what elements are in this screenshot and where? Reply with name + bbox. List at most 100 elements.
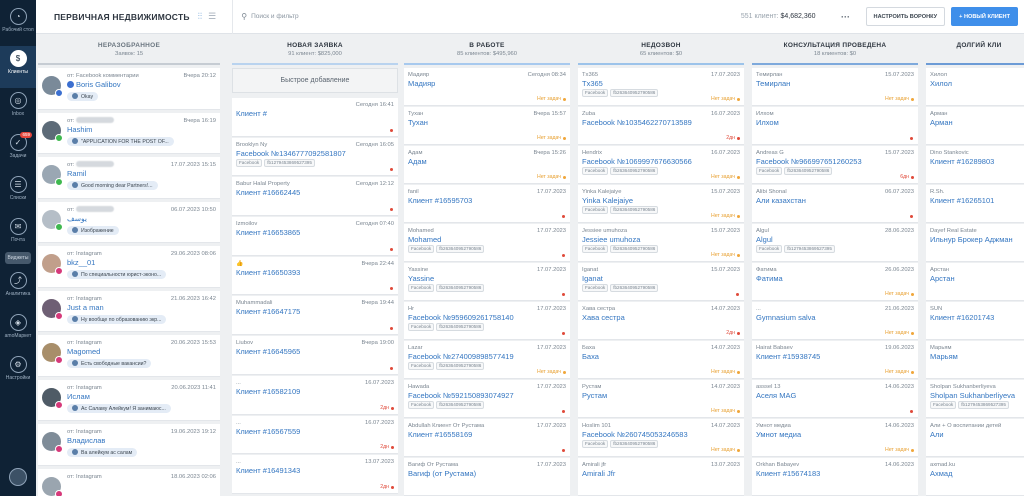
incoming-card[interactable]: от: Instagram 18.06.2023 02:06: [38, 468, 220, 496]
incoming-contact-name[interactable]: Hashim: [67, 125, 216, 135]
lead-card[interactable]: Tx365 17.07.2023 Tx365 Facebook fb2636409527…: [578, 68, 744, 106]
lead-name[interactable]: Тухан: [408, 118, 566, 128]
incoming-contact-name[interactable]: Boris Galibov: [67, 80, 216, 90]
lead-card[interactable]: axmad.ku Ахмад: [926, 458, 1024, 496]
incoming-card[interactable]: от: Instagram 20.06.2023 15:53 Magomed Есть…: [38, 335, 220, 377]
lead-name[interactable]: Али казахстан: [756, 196, 914, 206]
lead-name[interactable]: Amirali Jfr: [582, 469, 740, 479]
lead-name[interactable]: Темирлан: [756, 79, 914, 89]
lead-card[interactable]: R.Sh. Клиент #16265101: [926, 185, 1024, 223]
lead-name[interactable]: Клиент #16647175: [236, 307, 394, 317]
search-filter-input[interactable]: ⚲ Поиск и фильтр: [232, 0, 722, 34]
lead-card[interactable]: Brooklyn Ny Сегодня 16:05 Facebook №134677…: [232, 137, 398, 177]
lead-name[interactable]: Мадияр: [408, 79, 566, 89]
lead-card[interactable]: Yassine 17.07.2023 Yassine Facebook fb263640…: [404, 263, 570, 301]
lead-name[interactable]: Jessiee umuhoza: [582, 235, 740, 245]
configure-funnel-button[interactable]: НАСТРОИТЬ ВОРОНКУ: [865, 7, 946, 26]
lead-name[interactable]: Вагиф (от Рустама): [408, 469, 566, 479]
incoming-card[interactable]: от: Instagram 19.06.2023 19:12 Владислав Ва…: [38, 424, 220, 466]
sidebar-item[interactable]: ⚙ Настройки: [0, 352, 36, 394]
lead-name[interactable]: Клиент #16567559: [236, 427, 394, 437]
incoming-contact-name[interactable]: bkz__01: [67, 258, 216, 268]
new-client-button[interactable]: + НОВЫЙ КЛИЕНТ: [951, 7, 1018, 26]
lead-name[interactable]: Адам: [408, 157, 566, 167]
lead-card[interactable]: Alibi Shonal 06.07.2023 Али казахстан: [752, 185, 918, 223]
lead-card[interactable]: Liubov Вчера 19:00 Клиент #16645965: [232, 336, 398, 375]
lead-card[interactable]: Адам Вчера 15:26 Адам Нет задач: [404, 146, 570, 184]
lead-name[interactable]: Клиент #16289803: [930, 157, 1024, 167]
lead-name[interactable]: Tx365: [582, 79, 740, 89]
lead-name[interactable]: Хава сестра: [582, 313, 740, 323]
lead-name[interactable]: Рустам: [582, 391, 740, 401]
lead-card[interactable]: Хава сестра 14.07.2023 Хава сестра 2дн: [578, 302, 744, 340]
incoming-card[interactable]: от: 06.07.2023 10:50 يوسف Изображение: [38, 201, 220, 243]
lead-card[interactable]: Hr 17.07.2023 Facebook №959609261758140 Fac…: [404, 302, 570, 340]
incoming-card[interactable]: от: Instagram 20.06.2023 11:41 Ислам Ас Сал…: [38, 379, 220, 421]
lead-name[interactable]: Ильнур Брокер Аджман: [930, 235, 1024, 245]
lead-card[interactable]: Марьям Марьям: [926, 341, 1024, 379]
lead-card[interactable]: Yinka Kalejaiye 15.07.2023 Yinka Kalejaiye…: [578, 185, 744, 223]
incoming-card[interactable]: от: Вчера 16:19 Hashim "APPLICATION FOR TH…: [38, 112, 220, 154]
lead-card[interactable]: ... 13.07.2023 Клиент #16491343 2дн: [232, 455, 398, 494]
lead-name[interactable]: Клиент #16582109: [236, 387, 394, 397]
lead-card[interactable]: Тухан Вчера 15:57 Тухан Нет задач: [404, 107, 570, 145]
lead-card[interactable]: Andreas G 15.07.2023 Facebook №96699765126…: [752, 146, 918, 184]
lead-name[interactable]: Баха: [582, 352, 740, 362]
lead-card[interactable]: SUN Клиент #16201743: [926, 302, 1024, 340]
lead-name[interactable]: Facebook №966997651260253: [756, 157, 914, 167]
lead-name[interactable]: Iganat: [582, 274, 740, 284]
lead-card[interactable]: Али + О воспитании детей Али: [926, 419, 1024, 457]
incoming-card[interactable]: от: Facebook комментарии Вчера 20:12 Boris…: [38, 68, 220, 110]
sidebar-item[interactable]: ◔ Рабочий стол: [0, 4, 36, 46]
lead-card[interactable]: Илхом Илхом: [752, 107, 918, 145]
lead-name[interactable]: Ахмад: [930, 469, 1024, 479]
lead-card[interactable]: Dayef Real Estate Ильнур Брокер Аджман: [926, 224, 1024, 262]
incoming-card[interactable]: от: 17.07.2023 15:15 Ramil Good morning de…: [38, 157, 220, 199]
lead-name[interactable]: Facebook №1069997676630566: [582, 157, 740, 167]
lead-card[interactable]: Hendrix 16.07.2023 Facebook №1069997676630…: [578, 146, 744, 184]
lead-name[interactable]: Клиент #16653865: [236, 228, 394, 238]
incoming-contact-name[interactable]: Just a man: [67, 303, 216, 313]
lead-card[interactable]: ... 21.06.2023 Gymnasium salva Нет задач: [752, 302, 918, 340]
lead-name[interactable]: Умнот медиа: [756, 430, 914, 440]
lead-card[interactable]: Dino Stankovic Клиент #16289803: [926, 146, 1024, 184]
lead-name[interactable]: Yinka Kalejaiye: [582, 196, 740, 206]
lead-name[interactable]: Арстан: [930, 274, 1024, 284]
lead-card[interactable]: Muhammadali Вчера 19:44 Клиент #16647175: [232, 296, 398, 336]
lead-card[interactable]: Хилол Хилол: [926, 68, 1024, 106]
lead-card[interactable]: Algul 28.06.2023 Algul Facebook fb1279453869…: [752, 224, 918, 262]
lead-name[interactable]: Аселя MAG: [756, 391, 914, 401]
lead-name[interactable]: Facebook №260745053246583: [582, 430, 740, 440]
lead-name[interactable]: Algul: [756, 235, 914, 245]
sidebar-item[interactable]: ✓ Задачи 659: [0, 130, 36, 172]
lead-card[interactable]: Сегодня 16:41 Клиент #: [232, 98, 398, 137]
lead-name[interactable]: Yassine: [408, 274, 566, 284]
incoming-contact-name[interactable]: Magomed: [67, 347, 216, 357]
lead-name[interactable]: Facebook №592150893074927: [408, 391, 566, 401]
lead-name[interactable]: Facebook №1035462270713589: [582, 118, 740, 128]
lead-name[interactable]: Клиент #16595703: [408, 196, 566, 206]
lead-card[interactable]: Мадияр Сегодня 08:34 Мадияр Нет задач: [404, 68, 570, 106]
more-menu-button[interactable]: ···: [832, 12, 860, 22]
sidebar-item[interactable]: ◈ amoМаркет: [0, 310, 36, 352]
lead-card[interactable]: Zuba 16.07.2023 Facebook №1035462270713589…: [578, 107, 744, 145]
list-view-icon[interactable]: ☰: [208, 11, 216, 22]
lead-card[interactable]: Babur Halal Property Сегодня 12:12 Клиент …: [232, 177, 398, 217]
lead-card[interactable]: Orkhan Babayev 14.06.2023 Клиент #15674183: [752, 458, 918, 496]
lead-card[interactable]: Hairat Babaev 19.06.2023 Клиент #15938745 Н…: [752, 341, 918, 379]
lead-card[interactable]: ... 16.07.2023 Клиент #16582109 2дн: [232, 375, 398, 415]
lead-name[interactable]: Клиент #15674183: [756, 469, 914, 479]
sidebar-item[interactable]: $ Клиенты: [0, 46, 36, 88]
incoming-contact-name[interactable]: Владислав: [67, 436, 216, 446]
lead-name[interactable]: Mohamed: [408, 235, 566, 245]
incoming-contact-name[interactable]: Ислам: [67, 392, 216, 402]
incoming-card[interactable]: от: Instagram 29.06.2023 08:06 bkz__01 По с…: [38, 246, 220, 288]
lead-name[interactable]: Клиент #15938745: [756, 352, 914, 362]
lead-name[interactable]: Марьям: [930, 352, 1024, 362]
lead-card[interactable]: Lazar 17.07.2023 Facebook №274009898577419…: [404, 341, 570, 379]
lead-card[interactable]: Sholpan Sukhanberliyeva Sholpan Sukhanber…: [926, 380, 1024, 418]
sidebar-item[interactable]: ☰ Списки: [0, 172, 36, 214]
lead-card[interactable]: asssel 13 14.06.2023 Аселя MAG: [752, 380, 918, 418]
lead-card[interactable]: Amirali jfr 13.07.2023 Amirali Jfr: [578, 458, 744, 496]
lead-name[interactable]: Клиент #16491343: [236, 466, 394, 476]
